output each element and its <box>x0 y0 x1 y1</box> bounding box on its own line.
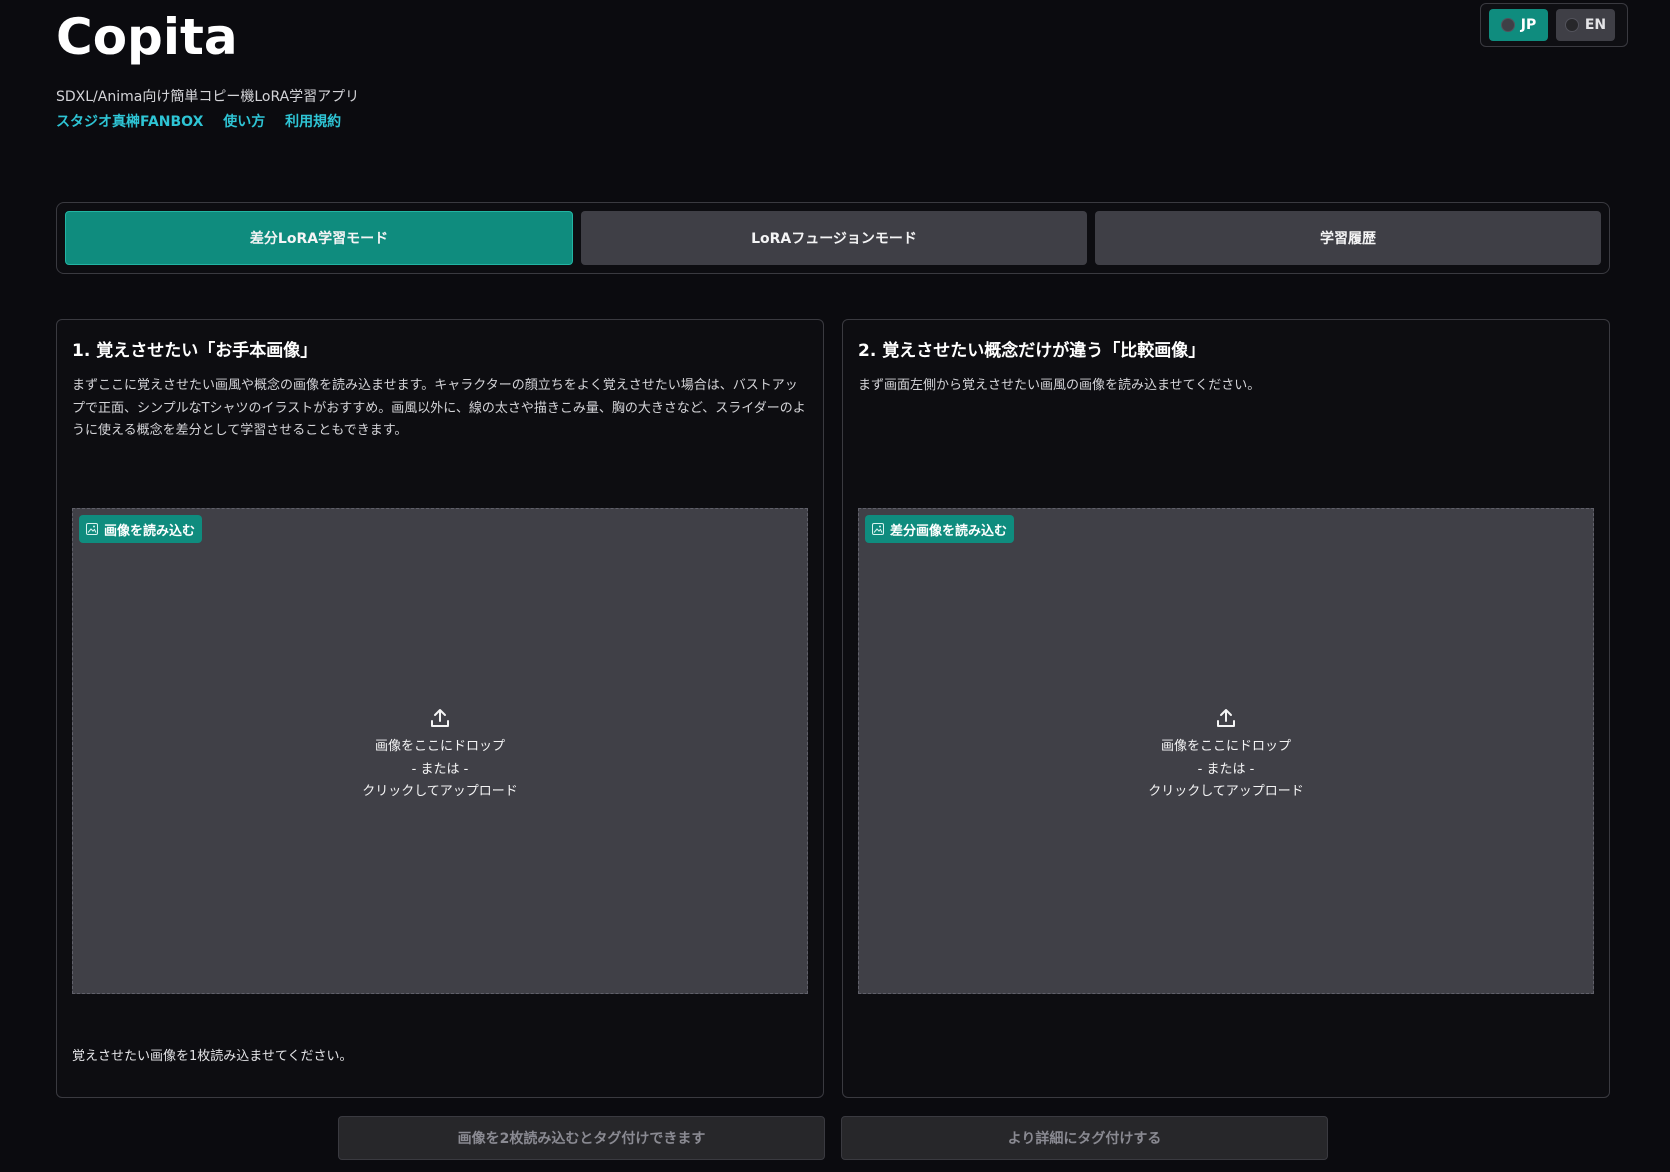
panel-note: 覚えさせたい画像を1枚読み込ませてください。 <box>72 1049 353 1064</box>
detailed-tag-button[interactable]: より詳細にタグ付けする <box>841 1116 1328 1160</box>
radio-icon <box>1500 18 1515 32</box>
app-title: Copita <box>56 8 238 66</box>
upload-icon <box>1217 709 1235 727</box>
dropzone-prompt: 画像をここにドロップ - または - クリックしてアップロード <box>73 706 807 804</box>
image-icon <box>872 523 884 535</box>
link-fanbox[interactable]: スタジオ真榊FANBOX <box>56 114 203 130</box>
click-upload-text: クリックしてアップロード <box>362 784 518 799</box>
click-upload-text: クリックしてアップロード <box>1148 784 1304 799</box>
upload-label: 画像を読み込む <box>79 515 203 543</box>
image-icon <box>86 523 98 535</box>
upload-label: 差分画像を読み込む <box>865 515 1015 543</box>
diff-image-dropzone[interactable]: 差分画像を読み込む 画像をここにドロップ - または - クリックしてアップロー… <box>858 508 1594 994</box>
drop-text: 画像をここにドロップ <box>1160 739 1291 754</box>
panel-title: 2. 覚えさせたい概念だけが違う「比較画像」 <box>858 341 1206 361</box>
or-text: - または - <box>411 761 469 777</box>
mode-tabs: 差分LoRA学習モード LoRAフュージョンモード 学習履歴 <box>56 202 1610 274</box>
panel-description: まず画面左側から覚えさせたい画風の画像を読み込ませてください。 <box>858 378 1261 393</box>
language-option-en[interactable]: EN <box>1556 9 1615 41</box>
language-toggle: JP EN <box>1480 3 1628 47</box>
panel-reference-image: 1. 覚えさせたい「お手本画像」 まずここに覚えさせたい画風や概念の画像を読み込… <box>56 319 824 1098</box>
tag-button[interactable]: 画像を2枚読み込むとタグ付けできます <box>338 1116 825 1160</box>
upload-icon <box>431 709 449 727</box>
link-how-to-use[interactable]: 使い方 <box>223 114 265 130</box>
or-text: - または - <box>1197 761 1255 777</box>
language-label: EN <box>1584 17 1607 33</box>
header-links: スタジオ真榊FANBOX 使い方 利用規約 <box>56 111 356 131</box>
language-label: JP <box>1520 17 1537 33</box>
drop-text: 画像をここにドロップ <box>374 739 505 754</box>
app-subtitle: SDXL/Anima向け簡単コピー機LoRA学習アプリ <box>56 89 360 105</box>
tab-lora-fusion[interactable]: LoRAフュージョンモード <box>581 211 1087 265</box>
image-dropzone[interactable]: 画像を読み込む 画像をここにドロップ - または - クリックしてアップロード <box>72 508 808 994</box>
link-terms[interactable]: 利用規約 <box>285 114 341 130</box>
tab-history[interactable]: 学習履歴 <box>1095 211 1601 265</box>
panel-comparison-image: 2. 覚えさせたい概念だけが違う「比較画像」 まず画面左側から覚えさせたい画風の… <box>842 319 1610 1098</box>
tab-diff-lora[interactable]: 差分LoRA学習モード <box>65 211 573 265</box>
upload-label-text: 差分画像を読み込む <box>890 523 1008 539</box>
dropzone-prompt: 画像をここにドロップ - または - クリックしてアップロード <box>859 706 1593 804</box>
upload-label-text: 画像を読み込む <box>104 523 196 539</box>
panel-description: まずここに覚えさせたい画風や概念の画像を読み込ませます。キャラクターの顔立ちをよ… <box>72 378 806 438</box>
language-option-jp[interactable]: JP <box>1489 9 1548 41</box>
panel-title: 1. 覚えさせたい「お手本画像」 <box>72 341 318 361</box>
radio-icon <box>1564 18 1579 32</box>
